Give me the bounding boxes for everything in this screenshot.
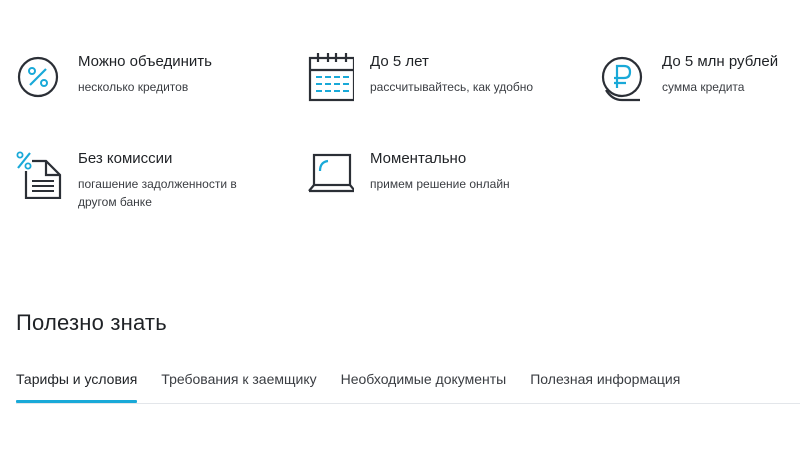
tab-tariffs[interactable]: Тарифы и условия xyxy=(16,370,138,403)
feature-title: Можно объединить xyxy=(78,53,212,70)
laptop-icon xyxy=(308,149,354,199)
tab-requirements[interactable]: Требования к заемщику xyxy=(161,370,316,401)
feature-subtitle: несколько кредитов xyxy=(78,80,189,94)
feature-subtitle: примем решение онлайн xyxy=(370,177,510,191)
calendar-icon xyxy=(308,52,354,102)
percent-circle-icon xyxy=(16,52,62,102)
feature-instant: Моментально примем решение онлайн xyxy=(308,149,510,199)
section-title: Полезно знать xyxy=(16,310,167,335)
ruble-coin-icon xyxy=(600,52,646,102)
feature-title: До 5 лет xyxy=(370,53,429,70)
feature-combine-loans: Можно объединить несколько кредитов xyxy=(16,52,212,102)
feature-subtitle: сумма кредита xyxy=(662,80,745,94)
feature-title: До 5 млн рублей xyxy=(662,53,779,70)
feature-subtitle: погашение задолженности в другом банке xyxy=(78,177,237,209)
feature-amount: До 5 млн рублей сумма кредита xyxy=(600,52,778,102)
feature-no-commission: Без комиссии погашение задолженности в д… xyxy=(16,149,268,211)
tab-useful-info[interactable]: Полезная информация xyxy=(530,370,680,401)
percent-document-icon xyxy=(16,149,62,199)
feature-subtitle: рассчитывайтесь, как удобно xyxy=(370,80,534,94)
tab-documents[interactable]: Необходимые документы xyxy=(341,370,507,401)
info-tabs: Тарифы и условия Требования к заемщику Н… xyxy=(16,370,800,404)
feature-term: До 5 лет рассчитывайтесь, как удобно xyxy=(308,52,533,102)
feature-title: Моментально xyxy=(370,150,467,167)
feature-title: Без комиссии xyxy=(78,150,173,167)
